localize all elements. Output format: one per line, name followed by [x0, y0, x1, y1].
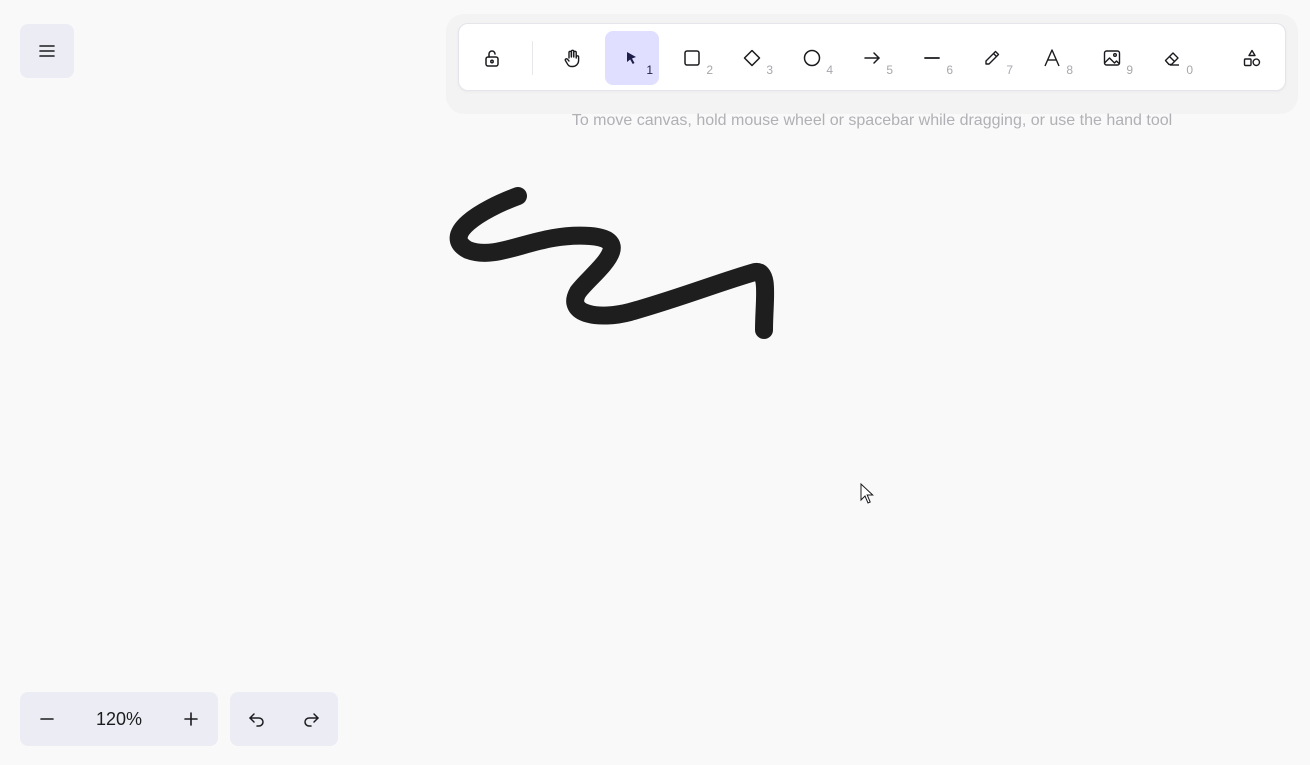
- freehand-stroke[interactable]: [0, 0, 1310, 765]
- minus-icon: [40, 718, 54, 720]
- zoom-out-button[interactable]: [20, 692, 74, 746]
- plus-icon: [184, 712, 198, 726]
- zoom-controls: 120%: [20, 692, 218, 746]
- zoom-reset-button[interactable]: 120%: [74, 692, 164, 746]
- undo-button[interactable]: [230, 692, 284, 746]
- redo-button[interactable]: [284, 692, 338, 746]
- mouse-cursor-icon: [860, 483, 874, 504]
- zoom-in-button[interactable]: [164, 692, 218, 746]
- history-controls: [230, 692, 338, 746]
- redo-icon: [304, 713, 319, 727]
- undo-icon: [249, 713, 264, 727]
